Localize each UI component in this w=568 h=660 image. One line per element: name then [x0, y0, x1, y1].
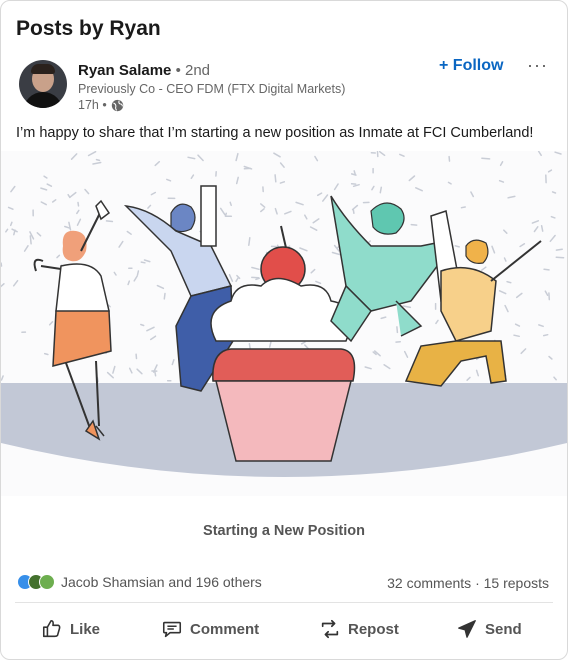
post-time: 17h • [78, 98, 107, 112]
confetti-piece [352, 208, 355, 215]
send-button[interactable]: Send [456, 611, 522, 647]
author-headline: Previously Co - CEO FDM (FTX Digital Mar… [78, 82, 346, 96]
repost-label: Repost [348, 620, 399, 638]
confetti-piece [140, 261, 146, 264]
confetti-piece [555, 248, 563, 251]
comment-button[interactable]: Comment [161, 611, 259, 647]
comments-reposts-count[interactable]: 32 comments · 15 reposts [387, 575, 549, 591]
confetti-piece [379, 186, 383, 194]
send-label: Send [485, 620, 522, 638]
page-title: Posts by Ryan [16, 17, 161, 40]
post-text: I’m happy to share that I’m starting a n… [16, 125, 534, 141]
confetti-piece [29, 235, 32, 245]
thumbs-up-icon [42, 619, 61, 638]
post-meta: 17h • [78, 98, 124, 112]
confetti-piece [224, 212, 228, 217]
confetti-piece [353, 170, 356, 175]
confetti-piece [163, 292, 166, 300]
globe-icon [111, 99, 123, 111]
confetti-piece [248, 237, 251, 246]
connection-degree: • 2nd [175, 62, 211, 79]
confetti-piece [274, 174, 277, 183]
reaction-icons [17, 574, 55, 590]
repost-icon [321, 619, 339, 639]
repost-button[interactable]: Repost [319, 611, 399, 647]
send-icon [458, 620, 476, 638]
author-avatar[interactable] [19, 60, 67, 108]
confetti-piece [542, 333, 549, 337]
celebration-illustration[interactable] [1, 151, 567, 496]
author-name[interactable]: Ryan Salame [78, 62, 171, 79]
support-reaction-icon [39, 574, 55, 590]
confetti-piece [154, 371, 157, 377]
reactions-summary[interactable]: Jacob Shamsian and 196 others [17, 574, 262, 590]
confetti-piece [229, 201, 232, 207]
action-bar: Like Comment Repost Send [1, 611, 567, 647]
comment-icon [162, 621, 182, 638]
comment-label: Comment [190, 620, 260, 638]
image-caption: Starting a New Position [203, 523, 365, 539]
follow-button[interactable]: + Follow [439, 57, 503, 75]
confetti-piece [43, 352, 49, 356]
more-options-icon[interactable]: ··· [527, 55, 548, 76]
confetti-piece [506, 280, 512, 284]
confetti-piece [396, 326, 399, 334]
confetti-piece [551, 191, 557, 194]
confetti-piece [543, 268, 550, 271]
like-button[interactable]: Like [41, 611, 100, 647]
confetti-piece [410, 223, 418, 226]
post-card: Posts by Ryan Ryan Salame • 2nd Previous… [0, 0, 568, 660]
confetti-piece [248, 343, 251, 350]
author-line: Ryan Salame • 2nd [78, 62, 210, 79]
confetti-piece [140, 323, 145, 327]
confetti-piece [454, 245, 460, 248]
confetti-piece [255, 277, 260, 281]
confetti-piece [105, 220, 114, 223]
confetti-piece [95, 158, 101, 162]
confetti-piece [481, 157, 491, 160]
like-label: Like [70, 620, 101, 638]
confetti-piece [77, 201, 80, 207]
confetti-piece [460, 206, 466, 209]
reactions-text: Jacob Shamsian and 196 others [61, 574, 262, 590]
confetti-piece [136, 270, 140, 276]
divider [15, 602, 553, 603]
